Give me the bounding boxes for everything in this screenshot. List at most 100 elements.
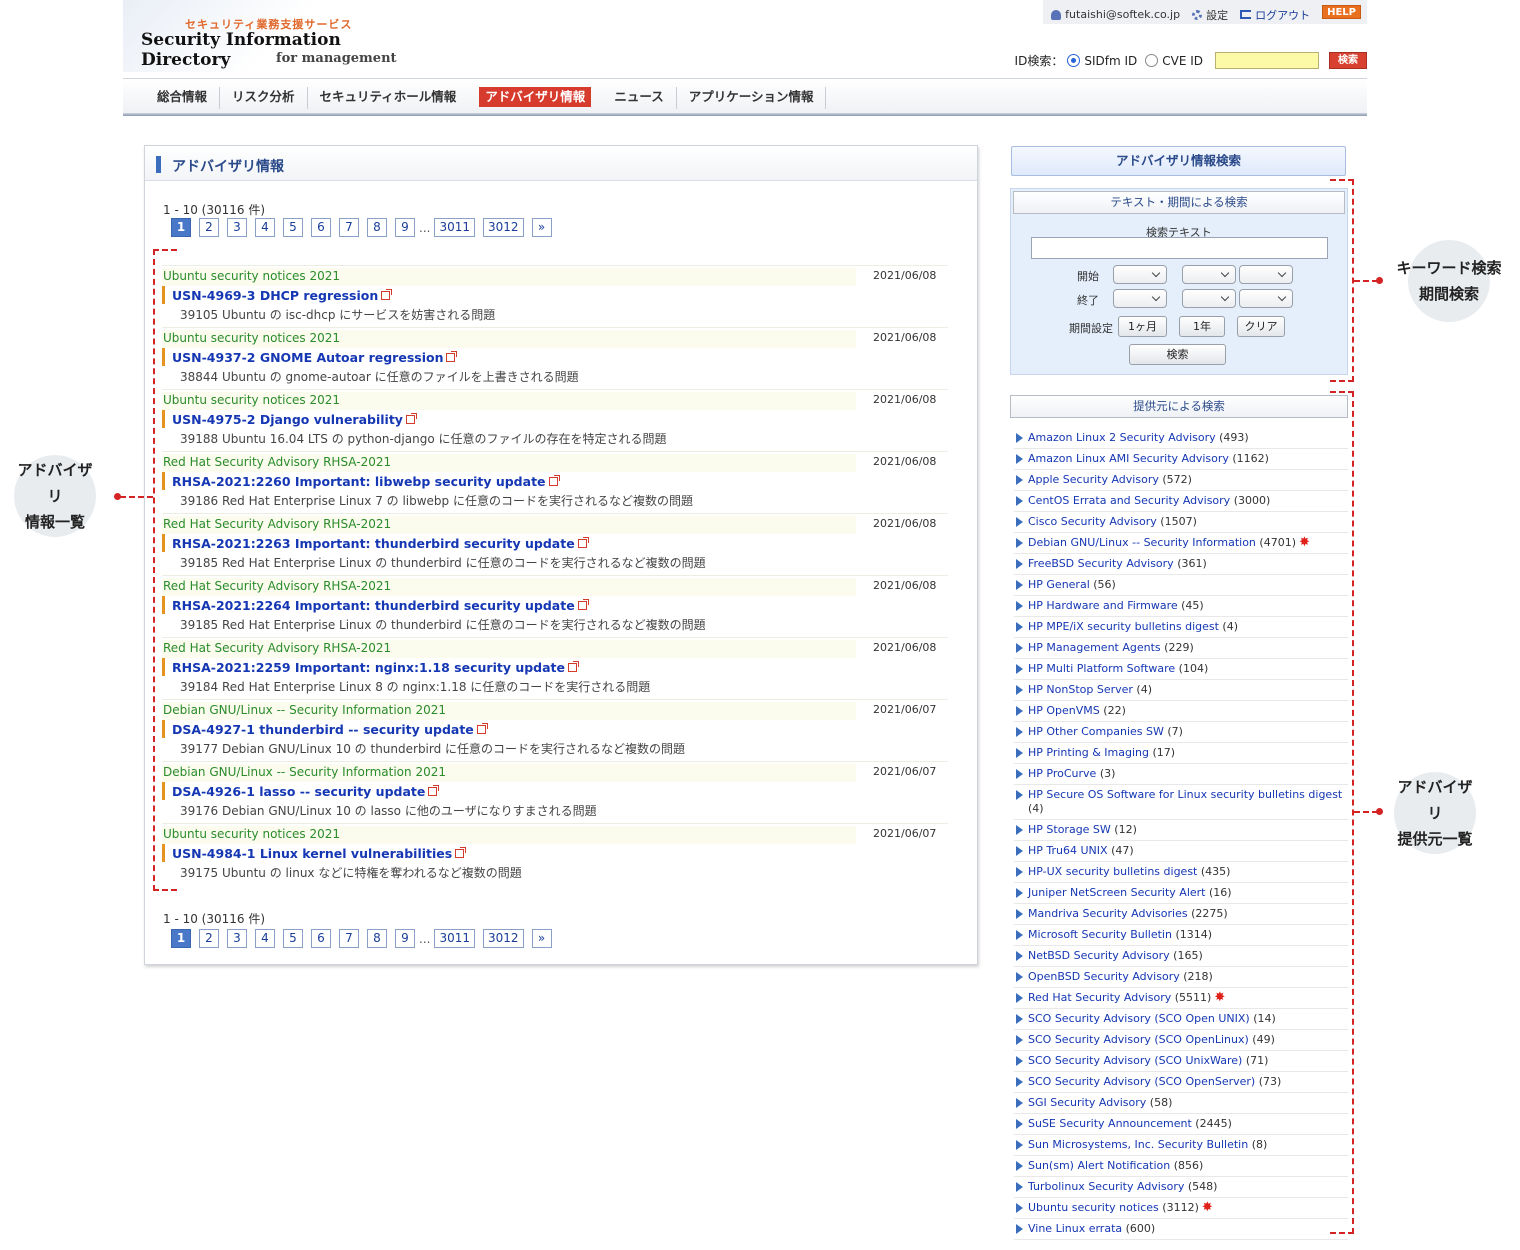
help-button[interactable]: HELP: [1322, 5, 1361, 19]
provider-item[interactable]: Microsoft Security Bulletin (1314): [1014, 925, 1348, 946]
provider-name-link[interactable]: HP OpenVMS: [1028, 704, 1100, 717]
advisory-source[interactable]: Debian GNU/Linux -- Security Information…: [162, 702, 856, 720]
provider-name-link[interactable]: HP MPE/iX security bulletins digest: [1028, 620, 1219, 633]
provider-name-link[interactable]: CentOS Errata and Security Advisory: [1028, 494, 1230, 507]
next-page-link[interactable]: »: [531, 929, 552, 948]
provider-name-link[interactable]: HP General: [1028, 578, 1090, 591]
provider-name-link[interactable]: HP Secure OS Software for Linux security…: [1028, 788, 1342, 801]
provider-item[interactable]: HP Other Companies SW (7): [1014, 722, 1348, 743]
provider-item[interactable]: HP Multi Platform Software (104): [1014, 659, 1348, 680]
advisory-title-link[interactable]: DSA-4926-1 lasso -- security update: [162, 782, 440, 800]
provider-item[interactable]: Sun(sm) Alert Notification (856): [1014, 1156, 1348, 1177]
provider-item[interactable]: SCO Security Advisory (SCO Open UNIX) (1…: [1014, 1009, 1348, 1030]
advisory-title-link[interactable]: RHSA-2021:2259 Important: nginx:1.18 sec…: [162, 658, 580, 676]
page-link[interactable]: 3012: [483, 929, 524, 948]
provider-name-link[interactable]: SCO Security Advisory (SCO Open UNIX): [1028, 1012, 1250, 1025]
provider-name-link[interactable]: SCO Security Advisory (SCO OpenServer): [1028, 1075, 1255, 1088]
provider-item[interactable]: SCO Security Advisory (SCO UnixWare) (71…: [1014, 1051, 1348, 1072]
one-month-button[interactable]: 1ヶ月: [1118, 316, 1167, 337]
provider-name-link[interactable]: SGI Security Advisory: [1028, 1096, 1146, 1109]
advisory-title-link[interactable]: RHSA-2021:2260 Important: libwebp securi…: [162, 472, 560, 490]
provider-item[interactable]: Sun Microsystems, Inc. Security Bulletin…: [1014, 1135, 1348, 1156]
page-link[interactable]: 2: [199, 929, 219, 948]
page-link[interactable]: 3011: [434, 218, 475, 237]
page-link[interactable]: 2: [199, 218, 219, 237]
provider-item[interactable]: Amazon Linux AMI Security Advisory (1162…: [1014, 449, 1348, 470]
provider-item[interactable]: SuSE Security Announcement (2445): [1014, 1114, 1348, 1135]
page-link[interactable]: 6: [311, 929, 331, 948]
page-link[interactable]: 3: [227, 929, 247, 948]
provider-name-link[interactable]: HP ProCurve: [1028, 767, 1096, 780]
provider-item[interactable]: HP Printing & Imaging (17): [1014, 743, 1348, 764]
provider-name-link[interactable]: HP Other Companies SW: [1028, 725, 1164, 738]
provider-name-link[interactable]: HP Storage SW: [1028, 823, 1111, 836]
provider-name-link[interactable]: HP Tru64 UNIX: [1028, 844, 1108, 857]
provider-item[interactable]: Mandriva Security Advisories (2275): [1014, 904, 1348, 925]
provider-item[interactable]: Juniper NetScreen Security Alert (16): [1014, 883, 1348, 904]
provider-name-link[interactable]: Juniper NetScreen Security Alert: [1028, 886, 1206, 899]
provider-name-link[interactable]: Microsoft Security Bulletin: [1028, 928, 1172, 941]
provider-item[interactable]: Ubuntu security notices (3112) ✸: [1014, 1198, 1348, 1219]
provider-item[interactable]: HP Storage SW (12): [1014, 820, 1348, 841]
provider-item[interactable]: Red Hat Security Advisory (5511) ✸: [1014, 988, 1348, 1009]
sidfm-radio[interactable]: [1067, 54, 1081, 67]
page-link[interactable]: 5: [283, 218, 303, 237]
provider-name-link[interactable]: Sun(sm) Alert Notification: [1028, 1159, 1170, 1172]
id-search-button[interactable]: 検索: [1329, 52, 1367, 69]
provider-name-link[interactable]: Mandriva Security Advisories: [1028, 907, 1188, 920]
page-link[interactable]: 8: [367, 929, 387, 948]
provider-item[interactable]: Turbolinux Security Advisory (548): [1014, 1177, 1348, 1198]
advisory-title-link[interactable]: DSA-4927-1 thunderbird -- security updat…: [162, 720, 488, 738]
logout-link[interactable]: ログアウト: [1240, 5, 1310, 24]
provider-item[interactable]: NetBSD Security Advisory (165): [1014, 946, 1348, 967]
page-link[interactable]: 9: [395, 218, 415, 237]
advisory-source[interactable]: Red Hat Security Advisory RHSA-2021: [162, 454, 856, 472]
provider-item[interactable]: HP-UX security bulletins digest (435): [1014, 862, 1348, 883]
provider-name-link[interactable]: HP-UX security bulletins digest: [1028, 865, 1197, 878]
provider-name-link[interactable]: HP Printing & Imaging: [1028, 746, 1149, 759]
provider-name-link[interactable]: Amazon Linux AMI Security Advisory: [1028, 452, 1229, 465]
page-link[interactable]: 3011: [434, 929, 475, 948]
tab-news[interactable]: ニュース: [602, 87, 677, 109]
provider-name-link[interactable]: Red Hat Security Advisory: [1028, 991, 1171, 1004]
provider-item[interactable]: HP Management Agents (229): [1014, 638, 1348, 659]
tab-applications[interactable]: アプリケーション情報: [677, 87, 827, 109]
provider-name-link[interactable]: SuSE Security Announcement: [1028, 1117, 1192, 1130]
provider-item[interactable]: HP ProCurve (3): [1014, 764, 1348, 785]
page-link[interactable]: 8: [367, 218, 387, 237]
advisory-source[interactable]: Debian GNU/Linux -- Security Information…: [162, 764, 856, 782]
advisory-title-link[interactable]: USN-4975-2 Django vulnerability: [162, 410, 417, 428]
logo[interactable]: セキュリティ業務支援サービス Security Information Dire…: [123, 0, 413, 72]
provider-name-link[interactable]: Cisco Security Advisory: [1028, 515, 1157, 528]
provider-name-link[interactable]: SCO Security Advisory (SCO OpenLinux): [1028, 1033, 1249, 1046]
provider-item[interactable]: OpenBSD Security Advisory (218): [1014, 967, 1348, 988]
provider-item[interactable]: Apple Security Advisory (572): [1014, 470, 1348, 491]
clear-button[interactable]: クリア: [1237, 316, 1285, 337]
provider-item[interactable]: HP General (56): [1014, 575, 1348, 596]
advisory-source[interactable]: Red Hat Security Advisory RHSA-2021: [162, 640, 856, 658]
advisory-source[interactable]: Ubuntu security notices 2021: [162, 268, 856, 286]
start-month-select[interactable]: [1182, 265, 1236, 284]
settings-link[interactable]: 設定: [1192, 5, 1228, 24]
provider-name-link[interactable]: Debian GNU/Linux -- Security Information: [1028, 536, 1256, 549]
page-link[interactable]: 7: [339, 929, 359, 948]
text-search-button[interactable]: 検索: [1129, 344, 1226, 365]
advisory-source[interactable]: Red Hat Security Advisory RHSA-2021: [162, 516, 856, 534]
provider-item[interactable]: SCO Security Advisory (SCO OpenServer) (…: [1014, 1072, 1348, 1093]
cve-radio[interactable]: [1145, 54, 1159, 67]
advisory-source[interactable]: Ubuntu security notices 2021: [162, 392, 856, 410]
page-link[interactable]: 4: [255, 929, 275, 948]
provider-item[interactable]: Amazon Linux 2 Security Advisory (493): [1014, 428, 1348, 449]
advisory-title-link[interactable]: USN-4937-2 GNOME Autoar regression: [162, 348, 458, 366]
provider-name-link[interactable]: OpenBSD Security Advisory: [1028, 970, 1180, 983]
provider-item[interactable]: HP NonStop Server (4): [1014, 680, 1348, 701]
provider-name-link[interactable]: HP Hardware and Firmware: [1028, 599, 1178, 612]
provider-item[interactable]: HP OpenVMS (22): [1014, 701, 1348, 722]
provider-name-link[interactable]: HP NonStop Server: [1028, 683, 1133, 696]
provider-item[interactable]: HP Secure OS Software for Linux security…: [1014, 785, 1348, 820]
advisory-title-link[interactable]: USN-4984-1 Linux kernel vulnerabilities: [162, 844, 467, 862]
provider-item[interactable]: Debian GNU/Linux -- Security Information…: [1014, 533, 1348, 554]
advisory-title-link[interactable]: RHSA-2021:2264 Important: thunderbird se…: [162, 596, 589, 614]
advisory-title-link[interactable]: RHSA-2021:2263 Important: thunderbird se…: [162, 534, 589, 552]
provider-item[interactable]: HP Hardware and Firmware (45): [1014, 596, 1348, 617]
